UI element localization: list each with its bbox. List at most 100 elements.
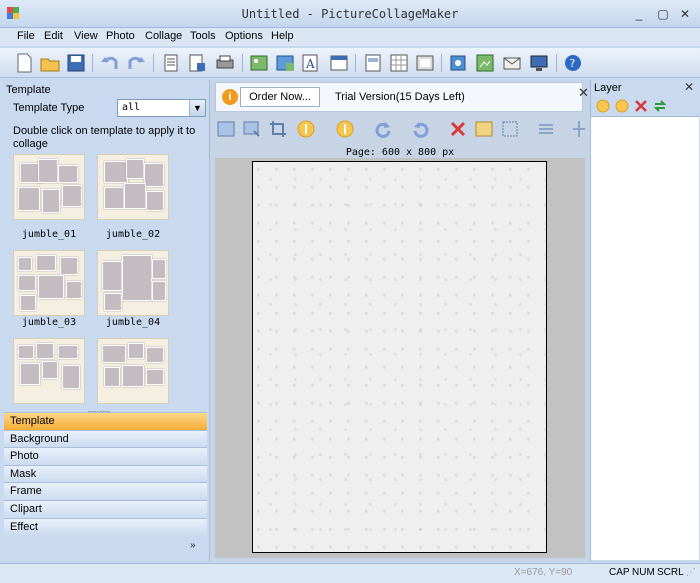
menu-file[interactable]: File (17, 30, 35, 42)
add-text-icon[interactable]: A (300, 52, 322, 74)
toolbar-separator (242, 54, 243, 72)
layout-icon[interactable] (362, 52, 384, 74)
chevron-down-icon[interactable]: ▼ (189, 100, 205, 116)
template-panel: Template Template Type all ▼ Double clic… (0, 80, 210, 561)
menu-collage[interactable]: Collage (145, 30, 182, 42)
canvas-area[interactable] (215, 158, 585, 558)
category-accordion: Template Background Photo Mask Frame Cli… (4, 412, 207, 536)
align-icon[interactable] (536, 119, 556, 139)
page-setup-icon[interactable] (160, 52, 182, 74)
image-properties-icon[interactable] (474, 119, 494, 139)
template-thumb-jumble-04[interactable] (97, 250, 169, 316)
add-photos-icon[interactable] (274, 52, 296, 74)
template-type-value: all (122, 102, 141, 113)
swap-icon[interactable] (653, 99, 667, 113)
status-bar: X=676, Y=90 CAP NUM SCRL ⋰ (0, 563, 700, 583)
resize-grip-icon[interactable]: ⋰ (686, 567, 696, 578)
page-size-label: Page: 600 x 800 px (345, 147, 455, 158)
menu-edit[interactable]: Edit (44, 30, 63, 42)
menu-tools[interactable]: Tools (190, 30, 216, 42)
grid-icon[interactable] (388, 52, 410, 74)
open-icon[interactable] (39, 52, 61, 74)
template-panel-title: Template (6, 84, 51, 96)
chevron-double-right-icon[interactable]: » (190, 540, 196, 551)
accordion-photo[interactable]: Photo (4, 447, 207, 465)
accordion-mask[interactable]: Mask (4, 464, 207, 483)
accordion-clipart[interactable]: Clipart (4, 499, 207, 518)
accordion-template[interactable]: Template (4, 412, 207, 430)
set-wallpaper-icon[interactable] (447, 52, 469, 74)
title-bar: Untitled - PictureCollageMaker _ ▢ ✕ (0, 0, 700, 28)
save-icon[interactable] (65, 52, 87, 74)
frame-icon[interactable] (414, 52, 436, 74)
workspace: i Order Now... Trial Version(15 Days Lef… (211, 80, 589, 561)
rotate-left-icon[interactable] (411, 119, 431, 139)
menu-photo[interactable]: Photo (106, 30, 135, 42)
close-icon[interactable]: ✕ (578, 85, 589, 101)
close-icon[interactable]: ✕ (684, 80, 694, 94)
export-icon[interactable] (186, 52, 208, 74)
caps-lock-indicator: CAP (609, 567, 630, 578)
template-thumb-jumble-03[interactable] (13, 250, 85, 316)
edit-toolbar (211, 116, 589, 142)
move-down-icon[interactable] (615, 99, 629, 113)
template-type-label: Template Type (13, 102, 85, 114)
undo-icon[interactable] (99, 52, 121, 74)
publish-icon[interactable] (474, 52, 496, 74)
new-icon[interactable] (13, 52, 35, 74)
print-icon[interactable] (214, 52, 236, 74)
move-up-icon[interactable] (596, 99, 610, 113)
svg-text:A: A (305, 57, 315, 71)
menu-options[interactable]: Options (225, 30, 263, 42)
email-icon[interactable] (501, 52, 523, 74)
scroll-lock-indicator: SCRL (657, 567, 684, 578)
svg-text:?: ? (570, 57, 576, 70)
collage-page[interactable] (252, 161, 547, 553)
crop-icon[interactable] (268, 119, 288, 139)
close-button[interactable]: ✕ (676, 6, 694, 22)
accordion-frame[interactable]: Frame (4, 482, 207, 500)
menu-view[interactable]: View (74, 30, 98, 42)
toolbar-separator (441, 54, 442, 72)
add-calendar-icon[interactable] (328, 52, 350, 74)
help-icon[interactable]: ? (562, 52, 584, 74)
template-thumb[interactable] (97, 338, 169, 404)
main-toolbar: A ? (0, 48, 700, 78)
accordion-background[interactable]: Background (4, 429, 207, 448)
redo-icon[interactable] (125, 52, 147, 74)
layer-panel: Layer ✕ (590, 80, 700, 561)
add-photo-icon[interactable] (248, 52, 270, 74)
minimize-button[interactable]: _ (630, 6, 648, 22)
layer-panel-title: Layer (594, 82, 622, 94)
image-replace-icon[interactable] (242, 119, 262, 139)
delete-icon[interactable] (448, 119, 468, 139)
bring-forward-icon[interactable] (296, 119, 316, 139)
rotate-right-icon[interactable] (373, 119, 393, 139)
order-now-button[interactable]: Order Now... (240, 87, 320, 107)
image-icon[interactable] (216, 119, 236, 139)
layer-list[interactable] (591, 116, 699, 560)
template-label: jumble_04 (105, 317, 161, 328)
template-thumb-jumble-02[interactable] (97, 154, 169, 220)
template-thumb[interactable] (13, 338, 85, 404)
distribute-icon[interactable] (569, 119, 589, 139)
template-label: jumble_01 (21, 229, 77, 240)
trial-notice-bar: i Order Now... Trial Version(15 Days Lef… (215, 82, 589, 112)
toolbar-separator (355, 54, 356, 72)
toolbar-separator (153, 54, 154, 72)
screensaver-icon[interactable] (528, 52, 550, 74)
fit-to-page-icon[interactable] (500, 119, 520, 139)
delete-icon[interactable] (634, 99, 648, 113)
accordion-effect[interactable]: Effect (4, 517, 207, 536)
template-thumb-jumble-01[interactable] (13, 154, 85, 220)
coordinate-readout: X=676, Y=90 (514, 567, 573, 578)
template-hint: Double click on template to apply it to … (13, 125, 196, 150)
template-type-select[interactable]: all ▼ (117, 99, 206, 117)
trial-text: Trial Version(15 Days Left) (335, 91, 465, 103)
toolbar-separator (92, 54, 93, 72)
menu-help[interactable]: Help (271, 30, 294, 42)
maximize-button[interactable]: ▢ (654, 6, 672, 22)
window-title: Untitled - PictureCollageMaker (241, 7, 459, 21)
send-backward-icon[interactable] (335, 119, 355, 139)
template-label: jumble_03 (21, 317, 77, 328)
